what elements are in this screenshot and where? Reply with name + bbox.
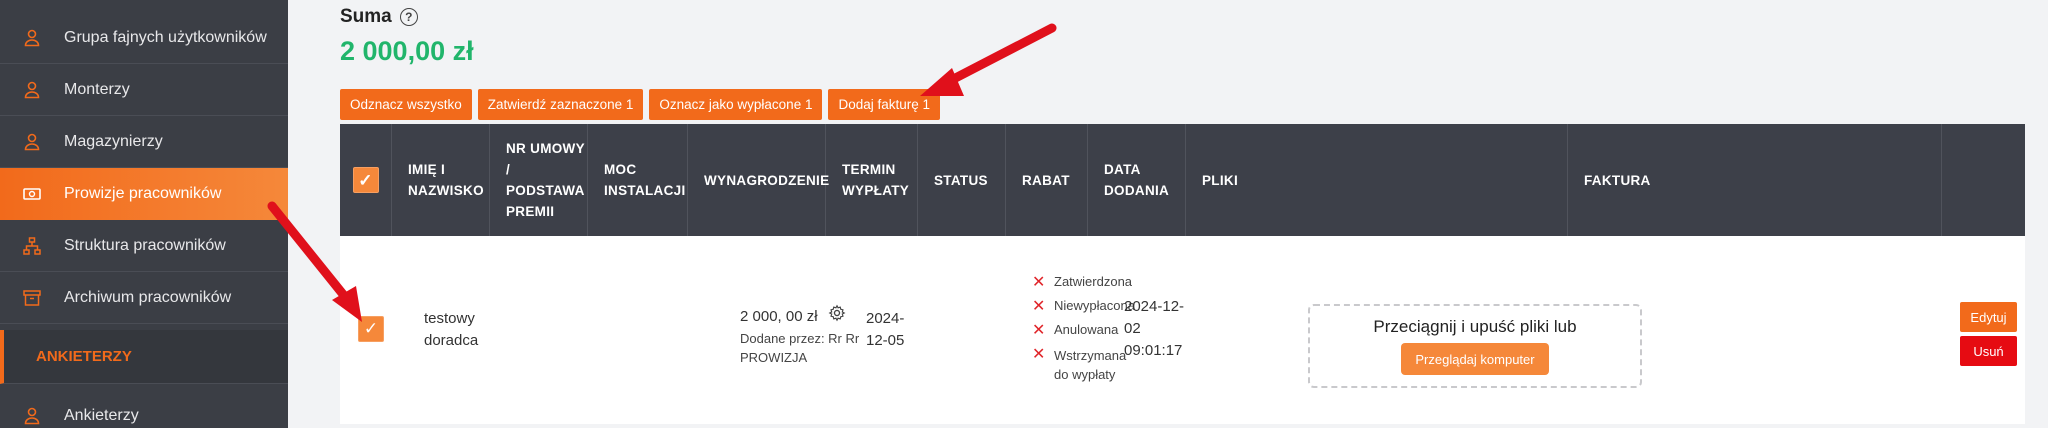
sidebar-item-prowizje-pracownikow[interactable]: Prowizje pracowników [0, 168, 288, 220]
header-discount: RABAT [1006, 124, 1088, 236]
sidebar-item-ankieterzy[interactable]: Ankieterzy [0, 390, 288, 428]
archive-icon [0, 288, 64, 308]
delete-button[interactable]: Usuń [1960, 336, 2017, 366]
table-header: ✓ IMIĘ I NAZWISKO NR UMOWY / PODSTAWA PR… [340, 124, 2025, 236]
status-cancelled[interactable]: ✕ Anulowana [1032, 322, 1135, 346]
status-approved[interactable]: ✕ Zatwierdzona [1032, 274, 1135, 298]
sidebar-item-struktura-pracownikow[interactable]: Struktura pracowników [0, 220, 288, 272]
x-icon: ✕ [1032, 298, 1046, 315]
x-icon: ✕ [1032, 346, 1046, 363]
commissions-table: ✓ IMIĘ I NAZWISKO NR UMOWY / PODSTAWA PR… [340, 124, 2025, 424]
user-icon [0, 406, 64, 426]
browse-computer-button[interactable]: Przeglądaj komputer [1401, 343, 1549, 375]
header-files: PLIKI [1186, 124, 1568, 236]
sidebar-section-ankieterzy[interactable]: ANKIETERZY [0, 330, 288, 384]
settings-gear-icon[interactable] [828, 304, 846, 329]
table-row: ✓ testowy doradca 2 000, 00 zł Dodane pr… [340, 236, 2025, 424]
x-icon: ✕ [1032, 322, 1046, 339]
mark-paid-button[interactable]: Oznacz jako wypłacone 1 [649, 89, 823, 120]
add-invoice-button[interactable]: Dodaj fakturę 1 [828, 89, 941, 120]
salary-cell: 2 000, 00 zł Dodane przez: Rr Rr PROWIZJ… [740, 304, 880, 367]
select-all-checkbox[interactable]: ✓ [352, 167, 379, 193]
sidebar-item-label: Prowizje pracowników [64, 185, 222, 202]
header-contract: NR UMOWY / PODSTAWA PREMII [490, 124, 588, 236]
sidebar-item-label: Monterzy [64, 80, 130, 98]
header-invoice: FAKTURA [1568, 124, 1942, 236]
header-status: STATUS [918, 124, 1006, 236]
edit-button[interactable]: Edytuj [1960, 302, 2017, 332]
employee-name: testowy doradca [424, 310, 479, 349]
sidebar-section-label: ANKIETERZY [36, 348, 132, 365]
deselect-all-button[interactable]: Odznacz wszystko [340, 89, 472, 120]
sidebar-item-label: Archiwum pracowników [64, 288, 232, 306]
hierarchy-icon [0, 236, 64, 256]
date-added: 2024-12-02 09:01:17 [1124, 298, 1185, 359]
sidebar-item-grupa-fajnych-uzytkownikow[interactable]: Grupa fajnych użytkowników [0, 12, 288, 64]
sidebar-item-label: Grupa fajnych użytkowników [64, 28, 267, 46]
status-withheld[interactable]: ✕ Wstrzymana do wypłaty [1032, 346, 1135, 386]
file-dropzone[interactable]: Przeciągnij i upuść pliki lub Przeglądaj… [1308, 304, 1642, 388]
x-icon: ✕ [1032, 274, 1046, 291]
row-checkbox[interactable]: ✓ [358, 316, 384, 342]
sidebar-item-magazynierzy[interactable]: Magazynierzy [0, 116, 288, 168]
header-power: MOC INSTALACJI [588, 124, 688, 236]
sidebar-item-label: Magazynierzy [64, 132, 163, 150]
dropzone-text: Przeciągnij i upuść pliki lub [1373, 317, 1577, 336]
sidebar-item-archiwum-pracownikow[interactable]: Archiwum pracowników [0, 272, 288, 324]
summary-value: 2 000,00 zł [340, 36, 474, 66]
summary-label: Suma [340, 6, 392, 27]
money-icon [0, 184, 64, 204]
header-actions [1942, 124, 2025, 236]
header-payment-term: TERMIN WYPŁATY [826, 124, 918, 236]
approve-selected-button[interactable]: Zatwierdź zaznaczone 1 [477, 89, 644, 120]
header-select-all: ✓ [340, 124, 392, 236]
sidebar-item-label: Ankieterzy [64, 406, 139, 424]
header-salary: WYNAGRODZENIE [688, 124, 829, 236]
summary-heading: Suma ? [340, 6, 418, 28]
header-date-added: DATA DODANIA [1088, 124, 1186, 236]
main-content: Suma ? 2 000,00 zł Odznacz wszystko Zatw… [288, 0, 2048, 428]
bulk-actions: Odznacz wszystko Zatwierdź zaznaczone 1 … [340, 89, 941, 120]
scrollbar[interactable] [2036, 0, 2048, 428]
user-icon [0, 80, 64, 100]
payment-term: 2024-12-05 [866, 310, 905, 349]
sidebar-item-label: Struktura pracowników [64, 236, 226, 254]
sidebar-item-monterzy[interactable]: Monterzy [0, 64, 288, 116]
user-icon [0, 28, 64, 48]
status-unpaid[interactable]: ✕ Niewypłacona [1032, 298, 1135, 322]
user-icon [0, 132, 64, 152]
status-list: ✕ Zatwierdzona ✕ Niewypłacona ✕ Anulowana ✕… [1032, 274, 1135, 386]
sidebar: Grupa fajnych użytkowników Monterzy Maga… [0, 0, 288, 428]
header-name: IMIĘ I NAZWISKO [392, 124, 490, 236]
help-icon[interactable]: ? [399, 8, 418, 26]
salary-amount: 2 000, 00 zł [740, 307, 818, 325]
added-by: Dodane przez: Rr Rr [740, 331, 860, 346]
commission-type: PROWIZJA [740, 350, 808, 365]
